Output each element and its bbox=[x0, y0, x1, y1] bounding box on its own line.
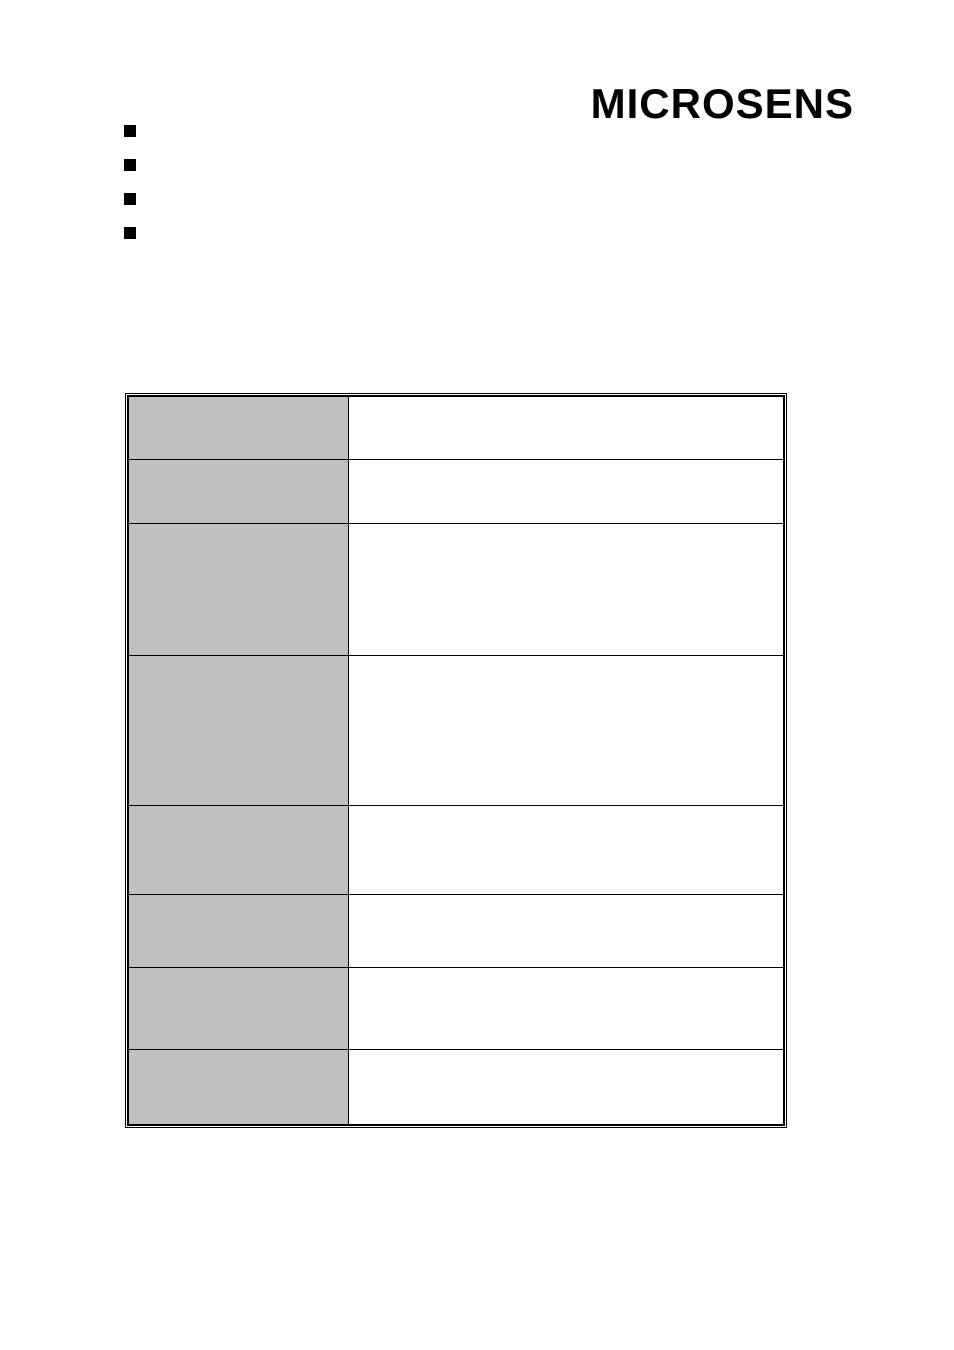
table-value-cell bbox=[349, 656, 784, 806]
table-row bbox=[129, 968, 784, 1050]
bullet-list bbox=[124, 125, 136, 261]
table-label-cell bbox=[129, 1050, 349, 1125]
table-row bbox=[129, 806, 784, 895]
table-value-cell bbox=[349, 524, 784, 656]
bullet-square-icon bbox=[124, 125, 136, 137]
brand-logo: MICROSENS bbox=[591, 80, 854, 128]
table-row bbox=[129, 397, 784, 460]
table-row bbox=[129, 895, 784, 968]
table-row bbox=[129, 460, 784, 524]
table-value-cell bbox=[349, 1050, 784, 1125]
spec-table bbox=[125, 393, 787, 1128]
table-value-cell bbox=[349, 895, 784, 968]
table-value-cell bbox=[349, 460, 784, 524]
table-label-cell bbox=[129, 968, 349, 1050]
bullet-square-icon bbox=[124, 227, 136, 239]
table-label-cell bbox=[129, 460, 349, 524]
table-value-cell bbox=[349, 397, 784, 460]
bullet-square-icon bbox=[124, 159, 136, 171]
bullet-square-icon bbox=[124, 193, 136, 205]
table-label-cell bbox=[129, 524, 349, 656]
table-row bbox=[129, 656, 784, 806]
table-row bbox=[129, 524, 784, 656]
table-label-cell bbox=[129, 895, 349, 968]
table-value-cell bbox=[349, 806, 784, 895]
table-label-cell bbox=[129, 656, 349, 806]
table-label-cell bbox=[129, 397, 349, 460]
table-row bbox=[129, 1050, 784, 1125]
table-label-cell bbox=[129, 806, 349, 895]
table-value-cell bbox=[349, 968, 784, 1050]
